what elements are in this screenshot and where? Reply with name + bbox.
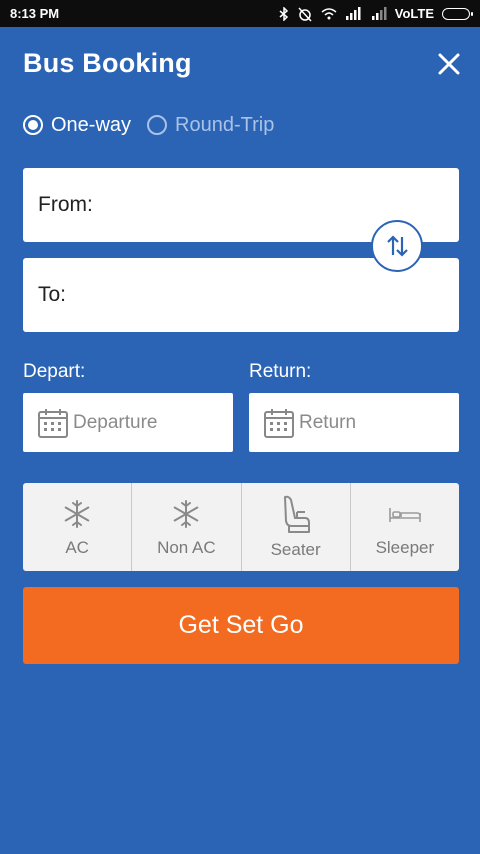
return-date-field[interactable]: Return [249, 393, 459, 452]
signal-2-icon [371, 7, 387, 20]
signal-icon [345, 7, 361, 20]
trip-type-selector: One-way Round-Trip [23, 111, 290, 139]
status-time: 8:13 PM [10, 6, 60, 21]
departure-placeholder: Departure [73, 411, 158, 433]
seat-icon [283, 495, 310, 533]
page-title: Bus Booking [23, 48, 192, 78]
network-type: VoLTE [394, 6, 434, 21]
bus-type-sleeper[interactable]: Sleeper [351, 483, 459, 571]
depart-label: Depart: [23, 361, 86, 382]
bus-type-seater[interactable]: Seater [242, 483, 351, 571]
radio-label-one-way: One-way [51, 113, 132, 136]
bus-type-label: Non AC [157, 538, 216, 557]
bus-type-selector: AC Non AC Seater Sleeper [23, 483, 459, 571]
header: Bus Booking [0, 27, 480, 105]
swap-arrows-icon [387, 235, 408, 257]
bus-type-label: Sleeper [375, 538, 435, 557]
return-label: Return: [249, 361, 312, 382]
return-placeholder: Return [299, 411, 357, 433]
snowflake-icon [174, 500, 199, 528]
to-label: To: [38, 283, 67, 306]
bus-type-ac[interactable]: AC [23, 483, 133, 571]
radio-round-trip[interactable]: Round-Trip [147, 114, 274, 137]
status-icons: VoLTE [279, 6, 473, 22]
radio-label-round-trip: Round-Trip [175, 113, 275, 136]
swap-button[interactable] [371, 220, 423, 272]
alarm-off-icon [298, 6, 312, 22]
from-label: From: [38, 193, 93, 216]
bus-type-non-ac[interactable]: Non AC [132, 483, 242, 571]
radio-checked-icon [23, 115, 43, 135]
close-button[interactable] [432, 47, 466, 81]
calendar-icon [264, 408, 294, 438]
wifi-icon [321, 7, 337, 19]
snowflake-icon [64, 500, 90, 528]
status-bar: 8:13 PM VoLTE [0, 0, 480, 27]
bluetooth-icon [279, 6, 288, 21]
calendar-icon [38, 408, 68, 438]
radio-one-way[interactable]: One-way [23, 114, 131, 137]
battery-icon [442, 7, 473, 20]
radio-unchecked-icon [147, 115, 168, 135]
get-set-go-button[interactable]: Get Set Go [23, 587, 459, 664]
bus-type-label: AC [65, 538, 89, 557]
bus-type-label: Seater [270, 540, 321, 559]
close-icon [438, 53, 460, 75]
bed-icon [389, 508, 421, 522]
departure-date-field[interactable]: Departure [23, 393, 233, 452]
